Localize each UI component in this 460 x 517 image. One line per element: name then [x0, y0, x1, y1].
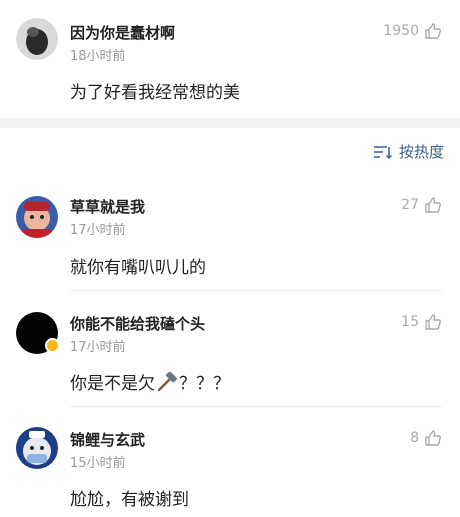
thumbs-up-icon: [425, 197, 441, 213]
row-divider: [70, 406, 442, 407]
comment-author[interactable]: 锦鲤与玄武: [70, 429, 145, 450]
verified-badge-icon: [45, 338, 60, 353]
like-count: 27: [401, 197, 419, 213]
comment-text: 就你有嘴叭叭儿的: [70, 258, 206, 278]
like-button[interactable]: 15: [401, 313, 442, 331]
like-count: 15: [401, 314, 419, 330]
comment-time: 17小时前: [70, 340, 126, 355]
comment-author[interactable]: 草草就是我: [70, 196, 145, 217]
row-divider: [70, 290, 442, 291]
like-button[interactable]: 27: [401, 196, 442, 214]
sort-by-hot-button[interactable]: 按热度: [373, 141, 444, 162]
comment-text: 你是不是欠 ？？？: [70, 369, 230, 394]
comment-time: 18小时前: [70, 49, 126, 64]
hammer-icon: [157, 372, 178, 392]
like-count: 1950: [383, 23, 419, 39]
avatar[interactable]: [16, 18, 58, 60]
comment-text: 尬尬，有被谢到: [70, 490, 189, 510]
avatar[interactable]: [16, 196, 58, 238]
comment-time: 17小时前: [70, 223, 126, 238]
comment-author[interactable]: 你能不能给我磕个头: [70, 313, 205, 334]
comment-time: 15小时前: [70, 456, 126, 471]
comment-text-before: 你是不是欠: [70, 374, 155, 394]
like-button[interactable]: 1950: [383, 22, 442, 40]
comment-author[interactable]: 因为你是蠢材啊: [70, 22, 175, 43]
thumbs-up-icon: [425, 430, 441, 446]
avatar[interactable]: [16, 427, 58, 469]
sort-icon: [373, 145, 393, 159]
sort-label: 按热度: [398, 143, 444, 161]
section-divider: [0, 118, 460, 128]
like-button[interactable]: 8: [410, 429, 442, 447]
thumbs-up-icon: [425, 314, 441, 330]
comment-text-after: ？？？: [179, 374, 230, 394]
like-count: 8: [410, 430, 419, 446]
comment-text: 为了好看我经常想的美: [70, 83, 240, 103]
thumbs-up-icon: [425, 23, 441, 39]
